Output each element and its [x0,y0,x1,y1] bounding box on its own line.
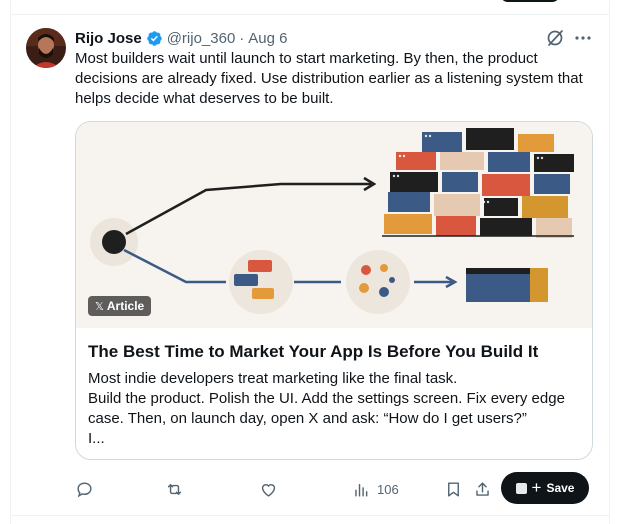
heart-icon [261,483,276,497]
avatar[interactable] [26,28,66,68]
bookmark-icon [448,481,459,497]
article-description: Most indie developers treat marketing li… [88,369,582,449]
article-description-line: Most indie developers treat marketing li… [88,370,458,387]
views-count: 106 [377,481,399,497]
views-chart-icon [355,483,368,497]
article-description-line: case. Then, on launch day, open X and as… [88,410,527,427]
article-title[interactable]: The Best Time to Market Your App Is Befo… [88,341,582,363]
share-icon [476,481,489,496]
header-separator: · [239,29,245,47]
save-button-label: Save [546,481,575,495]
top-divider [10,14,610,15]
plus-icon: + [531,477,542,497]
article-card[interactable]: 𝕏 Article The Best Time to Market Your A… [75,121,593,460]
bookmark-button[interactable] [444,476,463,502]
reply-button[interactable] [75,476,94,502]
article-description-line: I... [88,430,105,447]
views-button[interactable]: 106 [352,476,399,502]
share-button[interactable] [473,476,492,502]
like-button[interactable] [259,476,278,502]
save-square-icon [515,482,527,494]
author-name[interactable]: Rijo Jose [75,30,142,47]
article-badge: 𝕏 Article [88,296,152,316]
verified-badge-icon[interactable] [146,30,163,47]
x-logo-icon: 𝕏 [95,300,104,313]
tweet-text: Most builders wait until launch to start… [75,50,583,107]
avatar-image [26,28,66,68]
floating-button-partial[interactable] [500,0,560,2]
more-dots-icon[interactable] [573,28,593,48]
bottom-divider [10,515,610,516]
article-description-line: Build the product. Polish the UI. Add th… [88,390,565,407]
grok-icon[interactable] [545,28,565,48]
article-cover-image: 𝕏 Article [76,122,592,328]
repost-icon [167,483,182,495]
article-badge-label: Article [106,299,145,313]
repost-button[interactable] [165,476,184,502]
reply-icon [77,481,92,497]
author-handle[interactable]: @rijo_360 [167,30,236,47]
article-illustration [76,122,592,328]
tweet-header: Rijo Jose @rijo_360 · Aug 6 [75,28,288,48]
save-button[interactable]: + Save [501,472,589,504]
tweet-date[interactable]: Aug 6 [248,30,287,47]
